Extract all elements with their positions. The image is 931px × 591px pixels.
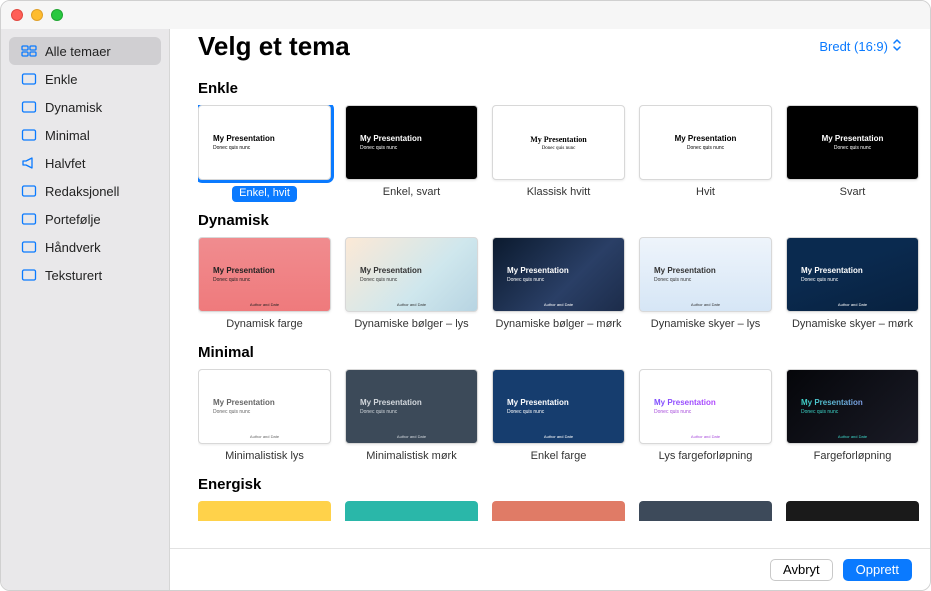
theme-card[interactable]: My PresentationDonec quis nuncAuthor and…	[198, 237, 331, 334]
theme-card[interactable]: My PresentationDonec quis nunc Enkel, sva…	[345, 105, 478, 202]
theme-thumbnail[interactable]: My PresentationDonec quis nunc	[345, 105, 478, 180]
theme-label: Minimalistisk lys	[225, 450, 304, 466]
theme-card[interactable]: My PresentationDonec quis nunc Hvit	[639, 105, 772, 202]
window-minimize-icon[interactable]	[31, 9, 43, 21]
theme-thumbnail[interactable]: My PresentationDonec quis nuncAuthor and…	[639, 237, 772, 312]
theme-thumbnail[interactable]	[198, 501, 331, 521]
sidebar-item-minimal[interactable]: Minimal	[9, 121, 161, 149]
theme-label: Enkel, svart	[383, 186, 440, 202]
theme-thumbnail[interactable]: My PresentationDonec quis nunc	[492, 105, 625, 180]
footer: Avbryt Opprett	[170, 548, 930, 590]
theme-thumbnail[interactable]: My PresentationDonec quis nuncAuthor and…	[345, 237, 478, 312]
theme-thumbnail[interactable]: My PresentationDonec quis nunc	[639, 105, 772, 180]
theme-card[interactable]: My PresentationDonec quis nuncAuthor and…	[345, 369, 478, 466]
sidebar-item-halvfet[interactable]: Halvfet	[9, 149, 161, 177]
sidebar-item-label: Enkle	[45, 72, 78, 87]
theme-card[interactable]: My PresentationDonec quis nunc Svart	[786, 105, 919, 202]
theme-thumbnail[interactable]: My PresentationDonec quis nuncAuthor and…	[786, 369, 919, 444]
chevron-updown-icon	[892, 38, 902, 55]
theme-label: Dynamiske bølger – mørk	[496, 318, 622, 334]
theme-label: Enkel farge	[531, 450, 587, 466]
theme-thumbnail[interactable]	[786, 501, 919, 521]
theme-card[interactable]: My PresentationDonec quis nuncAuthor and…	[786, 369, 919, 466]
theme-thumbnail[interactable]: My PresentationDonec quis nunc	[786, 105, 919, 180]
theme-card[interactable]: My PresentationDonec quis nuncAuthor and…	[345, 237, 478, 334]
theme-thumbnail[interactable]: My PresentationDonec quis nuncAuthor and…	[492, 369, 625, 444]
slide-icon	[21, 183, 37, 199]
window-zoom-icon[interactable]	[51, 9, 63, 21]
sidebar-item-alle-temaer[interactable]: Alle temaer	[9, 37, 161, 65]
megaphone-icon	[21, 155, 37, 171]
theme-label: Dynamiske skyer – mørk	[792, 318, 913, 334]
window-close-icon[interactable]	[11, 9, 23, 21]
theme-card[interactable]: My PresentationDonec quis nuncAuthor and…	[492, 237, 625, 334]
slide-icon	[21, 127, 37, 143]
theme-card[interactable]: My PresentationDonec quis nunc Enkel, hvi…	[198, 105, 331, 202]
slide-icon	[21, 99, 37, 115]
theme-thumbnail[interactable]: My PresentationDonec quis nuncAuthor and…	[639, 369, 772, 444]
slide-icon	[21, 71, 37, 87]
theme-card[interactable]: My PresentationDonec quis nuncAuthor and…	[198, 369, 331, 466]
sidebar-item-teksturert[interactable]: Teksturert	[9, 261, 161, 289]
theme-label: Lys fargeforløpning	[659, 450, 753, 466]
theme-thumbnail[interactable]: My PresentationDonec quis nuncAuthor and…	[198, 369, 331, 444]
sidebar-item-label: Halvfet	[45, 156, 85, 171]
sidebar-item-label: Portefølje	[45, 212, 101, 227]
theme-card[interactable]: My PresentationDonec quis nunc Klassisk h…	[492, 105, 625, 202]
sidebar-item-dynamisk[interactable]: Dynamisk	[9, 93, 161, 121]
sidebar-item-portefølje[interactable]: Portefølje	[9, 205, 161, 233]
sidebar-item-enkle[interactable]: Enkle	[9, 65, 161, 93]
theme-card[interactable]: My PresentationDonec quis nuncAuthor and…	[639, 237, 772, 334]
theme-thumbnail[interactable]	[345, 501, 478, 521]
theme-label: Dynamisk farge	[226, 318, 302, 334]
grid-icon	[21, 43, 37, 59]
sidebar-item-redaksjonell[interactable]: Redaksjonell	[9, 177, 161, 205]
section-title: Enkle	[198, 80, 930, 97]
sidebar-item-håndverk[interactable]: Håndverk	[9, 233, 161, 261]
cancel-button[interactable]: Avbryt	[770, 559, 833, 581]
sidebar-item-label: Alle temaer	[45, 44, 111, 59]
theme-thumbnail[interactable]	[492, 501, 625, 521]
sidebar-item-label: Redaksjonell	[45, 184, 119, 199]
theme-label: Minimalistisk mørk	[366, 450, 456, 466]
theme-card[interactable]: My PresentationDonec quis nuncAuthor and…	[639, 369, 772, 466]
section-title: Dynamisk	[198, 212, 930, 229]
theme-label: Klassisk hvitt	[527, 186, 591, 202]
aspect-ratio-label: Bredt (16:9)	[819, 39, 888, 54]
theme-label: Enkel, hvit	[232, 186, 297, 202]
sidebar-item-label: Minimal	[45, 128, 90, 143]
create-button[interactable]: Opprett	[843, 559, 912, 581]
section-title: Energisk	[198, 476, 930, 493]
theme-thumbnail[interactable]: My PresentationDonec quis nunc	[198, 105, 331, 180]
aspect-ratio-picker[interactable]: Bredt (16:9)	[819, 38, 902, 55]
theme-card[interactable]: My PresentationDonec quis nuncAuthor and…	[492, 369, 625, 466]
sidebar-item-label: Dynamisk	[45, 100, 102, 115]
theme-label: Dynamiske bølger – lys	[354, 318, 468, 334]
theme-thumbnail[interactable]: My PresentationDonec quis nuncAuthor and…	[492, 237, 625, 312]
theme-card[interactable]: My PresentationDonec quis nuncAuthor and…	[786, 237, 919, 334]
slide-icon	[21, 239, 37, 255]
theme-thumbnail[interactable]: My PresentationDonec quis nuncAuthor and…	[786, 237, 919, 312]
titlebar	[1, 1, 930, 29]
theme-label: Fargeforløpning	[814, 450, 892, 466]
theme-thumbnail[interactable]: My PresentationDonec quis nuncAuthor and…	[198, 237, 331, 312]
section-title: Minimal	[198, 344, 930, 361]
slide-icon	[21, 211, 37, 227]
theme-label: Hvit	[696, 186, 715, 202]
sidebar-item-label: Teksturert	[45, 268, 102, 283]
theme-label: Svart	[840, 186, 866, 202]
sidebar-item-label: Håndverk	[45, 240, 101, 255]
theme-label: Dynamiske skyer – lys	[651, 318, 760, 334]
page-title: Velg et tema	[198, 31, 350, 62]
theme-thumbnail[interactable]	[639, 501, 772, 521]
theme-thumbnail[interactable]: My PresentationDonec quis nuncAuthor and…	[345, 369, 478, 444]
sidebar: Alle temaer Enkle Dynamisk Minimal Halvfet Re…	[1, 1, 170, 590]
slide-icon	[21, 267, 37, 283]
